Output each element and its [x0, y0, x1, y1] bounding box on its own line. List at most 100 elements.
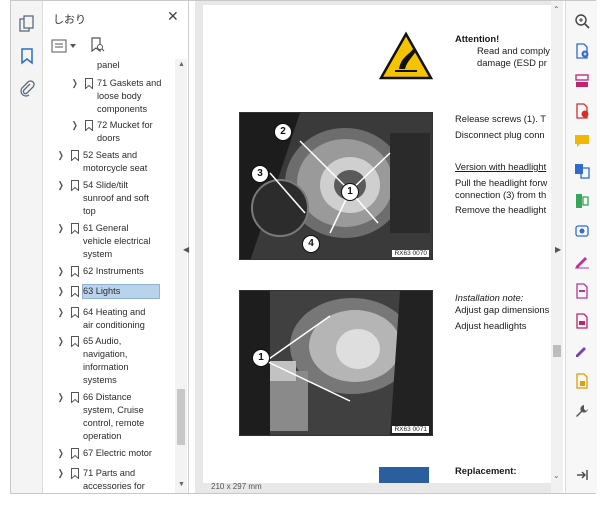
callout-4: 4 — [302, 235, 320, 253]
replacement-image — [379, 467, 429, 483]
bookmark-label: 66 Distance system, Cruise control, remote… — [83, 392, 145, 441]
step-connection: connection (3) from th — [455, 189, 547, 200]
organize-icon[interactable] — [574, 73, 590, 89]
scan-icon[interactable] — [574, 223, 590, 239]
combine-icon[interactable] — [574, 163, 590, 179]
attention-line-2: damage (ESD pr — [477, 57, 547, 68]
headlight-figure-1: 2 3 1 4 RX63 0070 — [239, 112, 433, 260]
version-heading: Version with headlight — [455, 161, 547, 172]
bookmark-icon — [71, 307, 79, 319]
installation-adjust-headlights: Adjust headlights — [455, 320, 527, 331]
figure-2-caption: RX63 0071 — [392, 426, 429, 433]
bookmark-icon — [71, 180, 79, 192]
esd-warning-icon — [378, 31, 434, 81]
app-window: しおり ✕ panel ❯ 71 Gaskets and loose body comp… — [10, 0, 597, 494]
protect-icon[interactable] — [574, 373, 590, 389]
fill-sign-icon[interactable] — [574, 253, 590, 269]
collapse-right-icon[interactable]: ▶ — [555, 245, 561, 254]
bookmark-icon — [71, 448, 79, 460]
pdf-export-icon[interactable] — [574, 103, 590, 119]
document-page: Attention! Read and comply damage (ESD p… — [203, 5, 551, 483]
zoom-icon[interactable] — [574, 13, 590, 29]
bookmark-icon — [85, 78, 93, 90]
bookmark-label: panel — [97, 60, 120, 70]
bookmark-label: 63 Lights — [82, 284, 160, 299]
collapse-left-icon[interactable]: ◀ — [183, 245, 189, 254]
right-tools-pane — [565, 1, 597, 493]
step-release-screws: Release screws (1). T — [455, 113, 546, 124]
installation-adjust-gap: Adjust gap dimensions — [455, 304, 550, 315]
step-disconnect-plug: Disconnect plug conn — [455, 129, 545, 140]
expand-arrow-icon[interactable]: ❯ — [58, 222, 64, 235]
left-navigation-rail — [11, 1, 43, 493]
expand-arrow-icon[interactable]: ❯ — [58, 335, 64, 348]
comment-icon[interactable] — [574, 133, 590, 149]
bookmark-label: 62 Instruments — [83, 266, 144, 276]
attention-title: Attention! — [455, 33, 500, 44]
doc-scroll-down-icon[interactable]: ⌄ — [553, 471, 560, 480]
bookmark-icon — [71, 468, 79, 480]
bookmark-toolbar — [51, 37, 181, 57]
panel-title: しおり — [53, 14, 86, 26]
document-scroll-thumb[interactable] — [553, 345, 561, 357]
bookmark-options-icon[interactable] — [51, 39, 77, 58]
attention-line-1: Read and comply — [477, 45, 550, 56]
expand-icon[interactable] — [574, 467, 590, 483]
expand-arrow-icon[interactable]: ❯ — [58, 149, 64, 162]
step-remove-headlight: Remove the headlight — [455, 204, 547, 215]
figure-1-caption: RX63 0070 — [392, 250, 429, 257]
bookmark-label: 54 Slide/tilt sunroof and soft top — [83, 180, 149, 216]
create-pdf-icon[interactable] — [574, 283, 590, 299]
panel-scrollbar[interactable]: ▲ ▼ — [175, 59, 187, 493]
page-size-label: 210 x 297 mm — [211, 482, 262, 491]
bookmark-label: 64 Heating and air conditioning — [83, 307, 146, 330]
scroll-down-icon[interactable]: ▼ — [178, 481, 185, 488]
panel-scroll-thumb[interactable] — [177, 389, 185, 445]
expand-arrow-icon[interactable]: ❯ — [58, 391, 64, 404]
bookmarks-panel: しおり ✕ panel ❯ 71 Gaskets and loose body comp… — [43, 1, 189, 493]
callout-1: 1 — [341, 183, 359, 201]
bookmark-icon[interactable] — [18, 47, 36, 65]
bookmark-icon — [71, 223, 79, 235]
bookmark-icon — [71, 286, 79, 298]
expand-arrow-icon[interactable]: ❯ — [72, 119, 78, 132]
bookmark-icon — [71, 392, 79, 404]
find-bookmark-icon[interactable] — [89, 37, 105, 58]
bookmark-icon — [71, 336, 79, 348]
bookmark-tree: panel ❯ 71 Gaskets and loose body components… — [43, 59, 175, 493]
bookmark-icon — [71, 266, 79, 278]
pages-icon[interactable] — [18, 15, 36, 33]
expand-arrow-icon[interactable]: ❯ — [72, 77, 78, 90]
expand-arrow-icon[interactable]: ❯ — [58, 447, 64, 460]
export-pdf-icon[interactable] — [574, 313, 590, 329]
document-view: Attention! Read and comply damage (ESD p… — [195, 1, 551, 493]
doc-scroll-up-icon[interactable]: ⌃ — [553, 5, 560, 14]
tools-icon[interactable] — [574, 403, 590, 419]
bookmark-label: 52 Seats and motorcycle seat — [83, 150, 148, 173]
callout-2: 2 — [274, 123, 292, 141]
expand-arrow-icon[interactable]: ❯ — [58, 467, 64, 480]
headlight-figure-2: 1 RX63 0071 — [239, 290, 433, 436]
edit-icon[interactable] — [574, 343, 590, 359]
bookmark-label: 65 Audio, navigation, information systems — [83, 336, 129, 385]
close-panel-button[interactable]: ✕ — [167, 8, 179, 25]
bookmark-label: 71 Parts and accessories for — [83, 468, 145, 491]
bookmark-label: 61 General vehicle electrical system — [83, 223, 151, 259]
expand-arrow-icon[interactable]: ❯ — [58, 265, 64, 278]
scroll-up-icon[interactable]: ▲ — [178, 61, 185, 68]
bookmark-label: 72 Mucket for doors — [97, 120, 153, 143]
attachment-icon[interactable] — [18, 79, 36, 97]
add-pdf-icon[interactable] — [574, 43, 590, 59]
bookmark-icon — [71, 150, 79, 162]
bookmark-label: 67 Electric motor — [83, 448, 152, 458]
replacement-heading: Replacement: — [455, 465, 517, 476]
expand-arrow-icon[interactable]: ❯ — [58, 306, 64, 319]
bookmark-label: 71 Gaskets and loose body components — [97, 78, 162, 114]
installation-note-heading: Installation note: — [455, 292, 524, 303]
expand-arrow-icon[interactable]: ❯ — [58, 179, 64, 192]
compress-icon[interactable] — [574, 193, 590, 209]
callout-3: 3 — [251, 165, 269, 183]
callout-1: 1 — [252, 349, 270, 367]
bookmark-icon — [85, 120, 93, 132]
expand-arrow-icon[interactable]: ❯ — [58, 285, 64, 298]
